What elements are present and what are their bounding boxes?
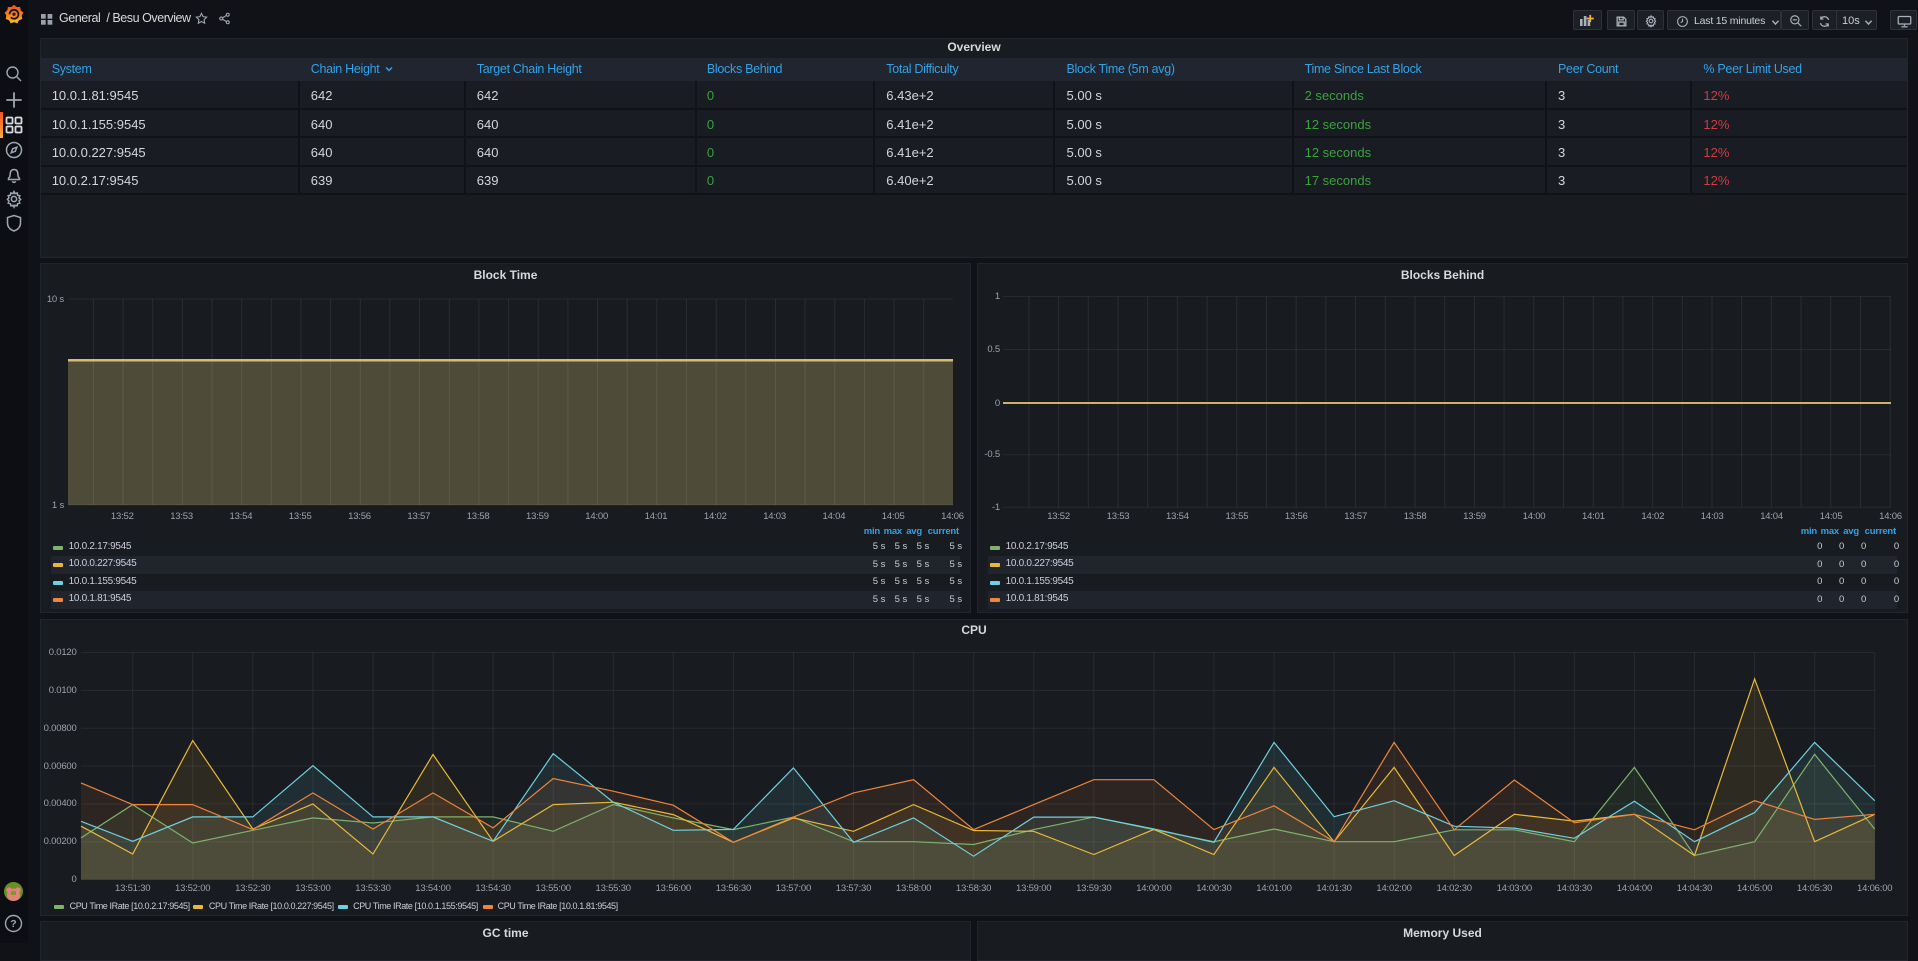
svg-text:?: ?: [10, 918, 16, 930]
